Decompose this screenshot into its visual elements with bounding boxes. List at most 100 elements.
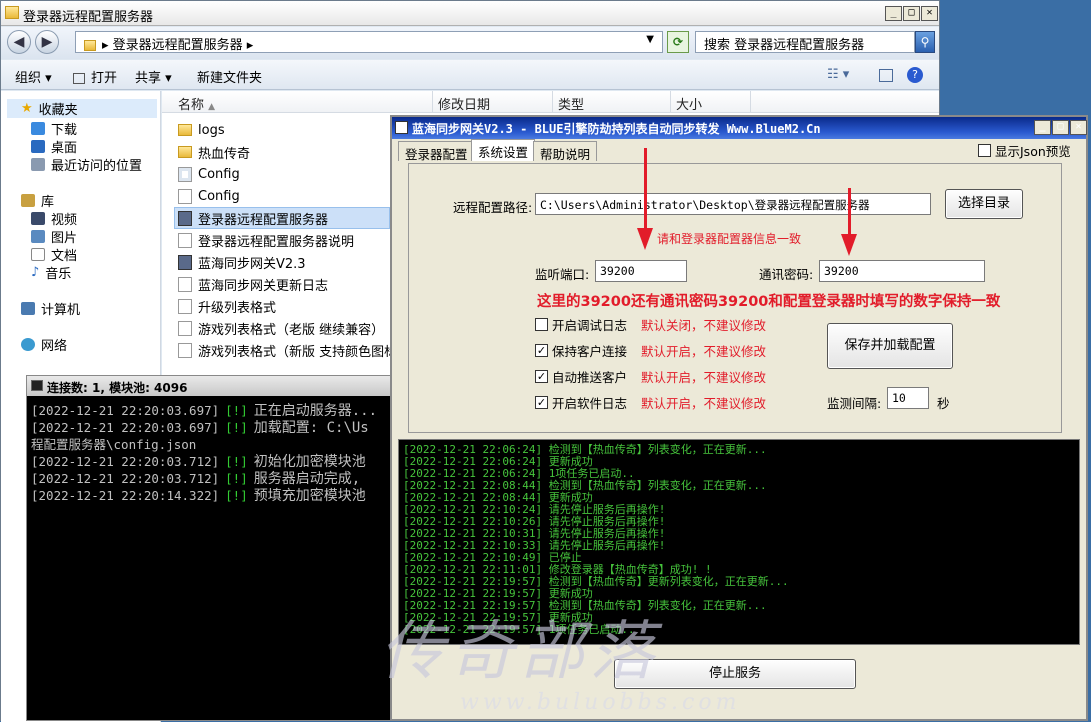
back-button[interactable]: ◀ <box>7 30 31 54</box>
file-name: 登录器远程配置服务器 <box>198 212 329 228</box>
option-checkbox[interactable]: ✓ 保持客户连接 默认开启，不建议修改 <box>535 341 766 360</box>
nav-music[interactable]: ♪ 音乐 <box>31 263 71 282</box>
file-row[interactable]: 登录器远程配置服务器 <box>178 207 328 229</box>
help-icon[interactable]: ? <box>907 67 923 83</box>
tab-login-config[interactable]: 登录器配置 <box>398 141 475 162</box>
file-name: 升级列表格式 <box>198 300 277 316</box>
checkmark-icon[interactable]: ✓ <box>535 396 548 409</box>
file-row[interactable]: logs <box>178 119 225 141</box>
preview-pane-icon[interactable] <box>879 69 893 82</box>
address-text: ▸ 登录器远程配置服务器 ▸ <box>102 38 254 53</box>
col-modified[interactable]: 修改日期 <box>432 94 490 113</box>
desktop-icon <box>31 140 45 153</box>
open-button[interactable]: 打开 <box>73 67 117 86</box>
document-icon <box>178 320 192 336</box>
checkmark-icon[interactable]: ✓ <box>535 370 548 383</box>
address-input[interactable]: ▸ 登录器远程配置服务器 ▸ ▼ <box>75 31 663 53</box>
console-timestamp: 程配置服务器\config.json <box>31 437 197 452</box>
option-checkbox[interactable]: ✓ 自动推送客户 默认开启，不建议修改 <box>535 367 766 386</box>
search-input[interactable]: 搜索 登录器远程配置服务器 <box>695 31 915 53</box>
file-row[interactable]: 登录器远程配置服务器说明 <box>178 229 354 251</box>
col-type[interactable]: 类型 <box>552 94 584 113</box>
nav-library[interactable]: 库 <box>21 191 54 210</box>
checkmark-icon[interactable]: ✓ <box>535 344 548 357</box>
network-icon <box>21 338 35 351</box>
option-checkbox[interactable]: 开启调试日志 默认关闭，不建议修改 <box>535 315 766 334</box>
port-input[interactable]: 39200 <box>595 260 687 282</box>
explorer-window-controls: _ □ ✕ <box>885 6 938 21</box>
file-row[interactable]: 升级列表格式 <box>178 295 276 317</box>
folder-icon <box>178 124 192 136</box>
forward-button[interactable]: ▶ <box>35 30 59 54</box>
organize-button[interactable]: 组织 ▾ <box>15 67 52 86</box>
nav-computer-label: 计算机 <box>41 303 81 318</box>
col-name[interactable]: 名称 ▲ <box>172 94 215 113</box>
show-json-checkbox[interactable]: 显示Json预览 <box>978 141 1071 160</box>
nav-recent-label: 最近访问的位置 <box>51 159 143 174</box>
nav-pictures[interactable]: 图片 <box>31 227 77 246</box>
password-input[interactable]: 39200 <box>819 260 985 282</box>
option-checkbox[interactable]: ✓ 开启软件日志 默认开启，不建议修改 <box>535 393 766 412</box>
show-json-label: 显示Json预览 <box>995 144 1071 159</box>
tab-help[interactable]: 帮助说明 <box>533 141 598 162</box>
gateway-titlebar: 蓝海同步网关V2.3 - BLUE引擎防劫持列表自动同步转发 Www.BlueM… <box>392 117 1087 139</box>
nav-documents[interactable]: 文档 <box>31 245 77 264</box>
file-name: 登录器远程配置服务器说明 <box>198 234 355 250</box>
column-divider[interactable] <box>750 91 751 113</box>
nav-downloads[interactable]: 下载 <box>31 119 77 138</box>
file-row[interactable]: Config <box>178 185 240 207</box>
nav-desktop[interactable]: 桌面 <box>31 137 77 156</box>
option-label: 开启调试日志 <box>552 318 628 333</box>
nav-favorites[interactable]: ★ 收藏夹 <box>7 99 157 118</box>
arrowhead-icon <box>841 234 857 256</box>
nav-videos-label: 视频 <box>51 213 78 228</box>
file-row[interactable]: Config <box>178 163 240 185</box>
tab-system-settings[interactable]: 系统设置 <box>471 139 536 161</box>
chevron-down-icon[interactable]: ▼ <box>646 34 654 45</box>
explorer-toolbar: 组织 ▾ 打开 共享 ▾ 新建文件夹 ☷ ▾ ? <box>1 60 939 90</box>
remote-path-input[interactable]: C:\Users\Administrator\Desktop\登录器远程配置服务… <box>535 193 931 215</box>
minimize-button[interactable]: _ <box>885 6 902 21</box>
view-options-icon[interactable]: ☷ ▾ <box>827 67 849 82</box>
file-row[interactable]: 游戏列表格式（老版 继续兼容） <box>178 317 384 339</box>
refresh-button[interactable]: ⟳ <box>667 31 689 53</box>
console-tag: [!] <box>225 471 248 486</box>
folder-icon <box>84 40 96 51</box>
picture-icon <box>31 230 45 243</box>
nav-videos[interactable]: 视频 <box>31 209 77 228</box>
address-bar-row: ◀ ▶ ▸ 登录器远程配置服务器 ▸ ▼ ⟳ 搜索 登录器远程配置服务器 ⚲ <box>1 27 939 59</box>
nav-recent[interactable]: 最近访问的位置 <box>31 155 142 174</box>
file-row[interactable]: 游戏列表格式（新版 支持颜色图标等 <box>178 339 410 361</box>
file-row[interactable]: 蓝海同步网关V2.3 <box>178 251 306 273</box>
folder-icon <box>178 146 192 158</box>
console-message: 加载配置: C:\Us <box>253 420 369 436</box>
search-icon[interactable]: ⚲ <box>915 31 935 53</box>
nav-network[interactable]: 网络 <box>21 335 67 354</box>
option-note: 默认开启，不建议修改 <box>641 370 767 385</box>
maximize-button[interactable]: □ <box>1052 120 1069 135</box>
new-folder-button[interactable]: 新建文件夹 <box>197 67 262 86</box>
console-tag: [!] <box>225 454 248 469</box>
file-row[interactable]: 蓝海同步网关更新日志 <box>178 273 328 295</box>
annotation-arrow <box>848 188 851 236</box>
file-row[interactable]: 热血传奇 <box>178 141 250 163</box>
console-timestamp: [2022-12-21 22:20:14.322] <box>31 488 220 503</box>
col-size[interactable]: 大小 <box>670 94 702 113</box>
checkbox-box[interactable] <box>978 144 991 157</box>
close-button[interactable]: ✕ <box>921 6 938 21</box>
password-label: 通讯密码: <box>759 267 814 282</box>
hint-match: 请和登录器配置器信息一致 <box>657 232 802 246</box>
share-button[interactable]: 共享 ▾ <box>135 67 172 86</box>
save-and-load-button[interactable]: 保存并加载配置 <box>827 323 953 369</box>
select-directory-button[interactable]: 选择目录 <box>945 189 1023 219</box>
checkbox-box[interactable] <box>535 318 548 331</box>
nav-computer[interactable]: 计算机 <box>21 299 80 318</box>
close-button[interactable]: ✕ <box>1070 120 1087 135</box>
maximize-button[interactable]: □ <box>903 6 920 21</box>
hint-port-password: 这里的39200还有通讯密码39200和配置登录器时填写的数字保持一致 <box>537 294 1001 310</box>
minimize-button[interactable]: _ <box>1034 120 1051 135</box>
nav-desktop-label: 桌面 <box>51 141 78 156</box>
nav-documents-label: 文档 <box>51 249 78 264</box>
interval-input[interactable]: 10 <box>887 387 929 409</box>
col-name-label: 名称 <box>178 98 205 113</box>
